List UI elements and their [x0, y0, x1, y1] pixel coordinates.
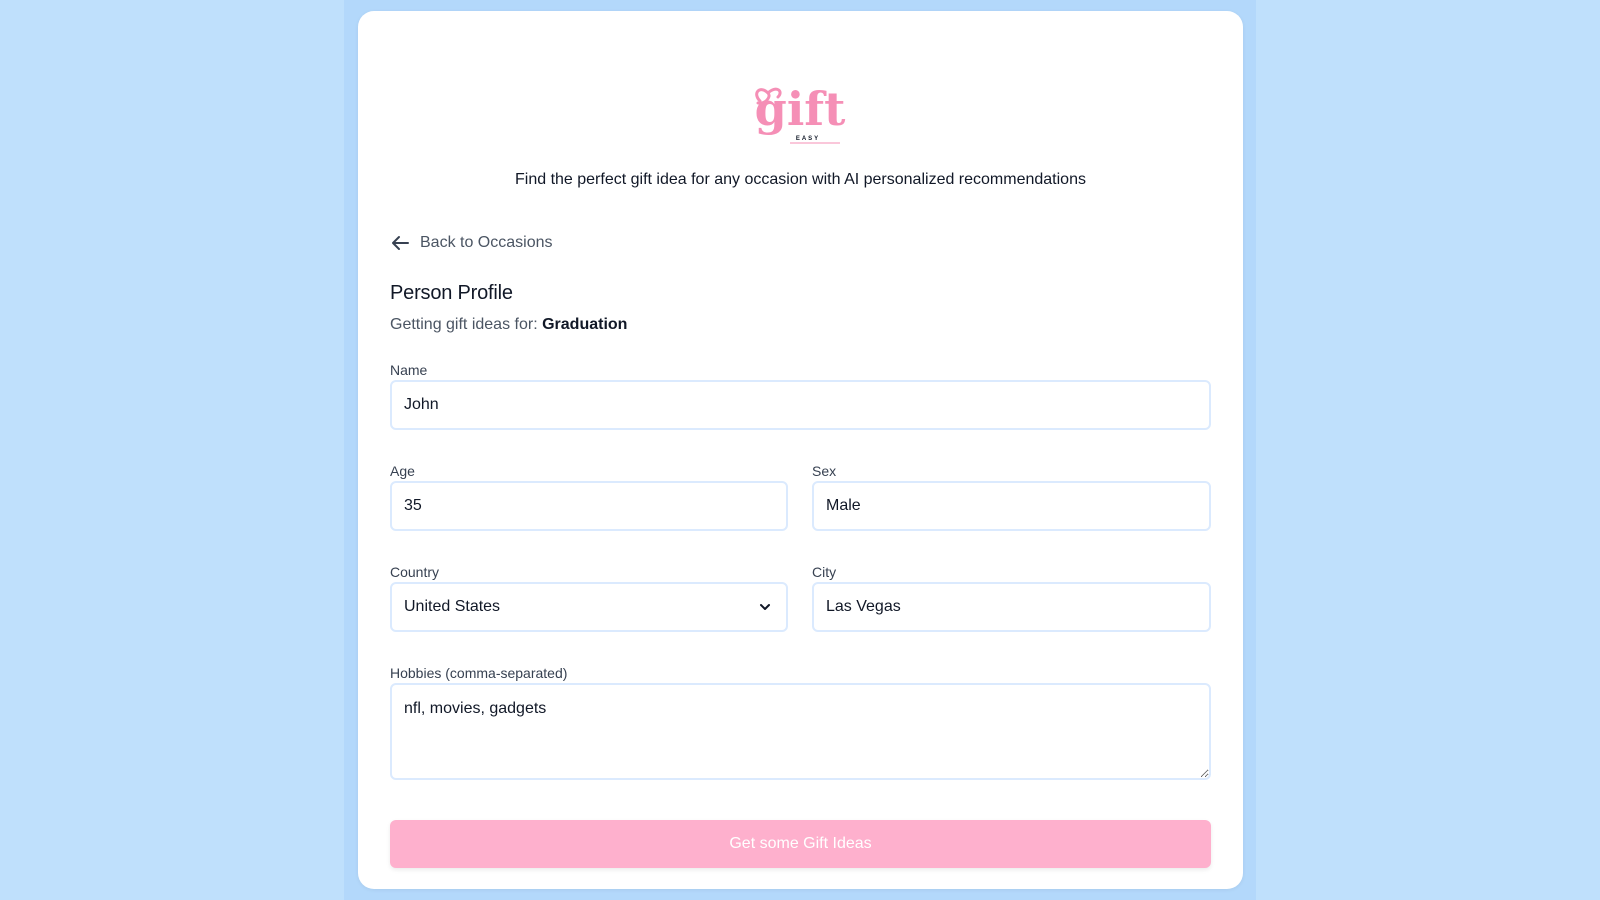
hobbies-label: Hobbies (comma-separated) [390, 665, 568, 681]
country-selected-value: United States [404, 598, 501, 615]
arrow-left-icon [390, 235, 410, 251]
back-to-occasions-link[interactable]: Back to Occasions [390, 234, 553, 252]
name-input[interactable] [390, 380, 1211, 430]
page-title: Person Profile [390, 282, 513, 304]
svg-text:EASY: EASY [796, 136, 820, 142]
hobbies-textarea[interactable]: nfl, movies, gadgets [390, 683, 1211, 780]
city-input[interactable] [812, 582, 1211, 632]
city-label: City [812, 564, 837, 580]
sex-input[interactable] [812, 481, 1211, 531]
sex-label: Sex [812, 463, 837, 479]
name-label: Name [390, 362, 428, 378]
profile-card: gift EASY Find the perfect gift idea for… [358, 11, 1243, 889]
back-link-label: Back to Occasions [420, 234, 553, 251]
age-input[interactable] [390, 481, 788, 531]
tagline: Find the perfect gift idea for any occas… [515, 171, 1086, 188]
country-label: Country [390, 564, 440, 580]
occasion-prefix: Getting gift ideas for: [390, 316, 538, 333]
chevron-down-icon [758, 600, 772, 619]
age-label: Age [390, 463, 415, 479]
occasion-line: Getting gift ideas for: Graduation [390, 316, 627, 334]
get-gift-ideas-button[interactable]: Get some Gift Ideas [390, 820, 1211, 868]
country-select[interactable]: United States [390, 582, 788, 632]
svg-text:gift: gift [755, 82, 846, 136]
occasion-name: Graduation [542, 316, 628, 333]
gift-easy-logo: gift EASY [750, 75, 850, 155]
